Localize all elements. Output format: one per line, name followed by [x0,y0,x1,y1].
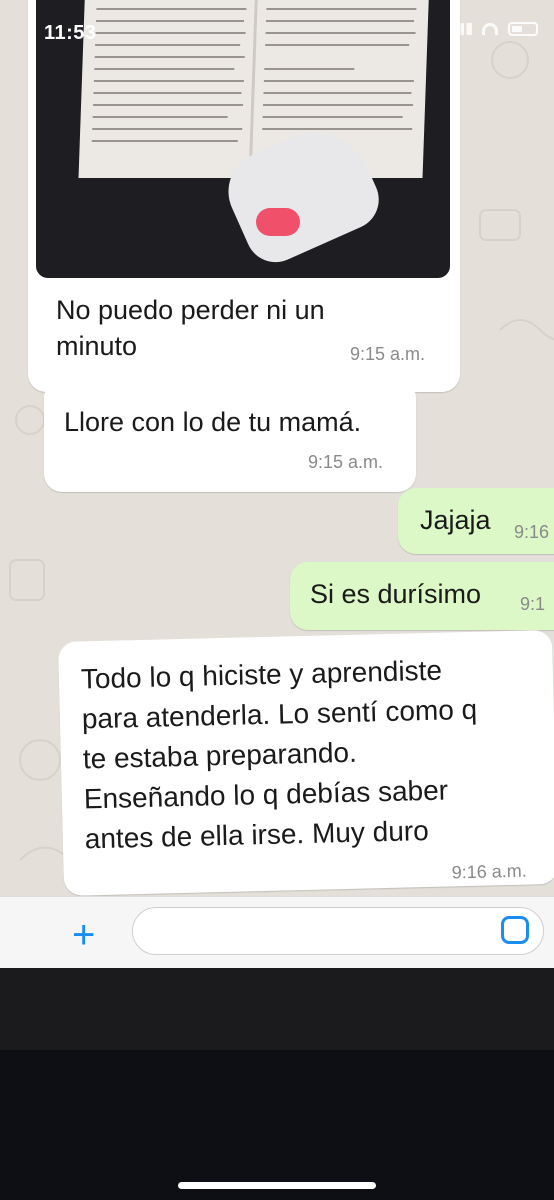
signal-icon [454,23,472,35]
home-indicator[interactable] [178,1182,376,1189]
outgoing-message[interactable]: Jajaja 9:16 [398,488,554,554]
incoming-message[interactable]: Todo lo q hiciste y aprendiste para aten… [58,629,554,896]
message-time: 9:16 a.m. [451,860,528,883]
message-text: Si es durísimo [310,579,482,609]
message-text: Jajaja [420,505,491,535]
message-time: 9:1 [520,594,546,614]
plus-icon[interactable]: + [72,915,95,955]
incoming-message[interactable]: Llore con lo de tu mamá. 9:15 a.m. [44,380,416,492]
phone-screen: 11:53 No puedo perder ni un minuto 9:15 … [0,0,554,1050]
status-time: 11:53 [44,22,97,44]
message-input[interactable] [132,907,544,955]
chat-area[interactable]: 11:53 No puedo perder ni un minuto 9:15 … [0,0,554,968]
message-photo[interactable] [36,0,450,278]
message-time: 9:16 [514,522,550,542]
shoe-accent [256,208,300,236]
message-composer: + [0,896,554,968]
incoming-image-message[interactable]: No puedo perder ni un minuto 9:15 a.m. [28,0,460,392]
book-image [78,0,430,178]
image-caption: No puedo perder ni un minuto [56,295,325,361]
message-time: 9:15 a.m. [308,452,384,472]
wifi-icon [482,23,498,35]
message-time: 9:15 a.m. [350,344,426,364]
outgoing-message[interactable]: Si es durísimo 9:1 [290,562,554,630]
message-text: Todo lo q hiciste y aprendiste para aten… [80,654,478,855]
sticker-icon[interactable] [501,916,529,944]
status-icons [454,22,538,36]
message-text: Llore con lo de tu mamá. [64,407,362,437]
battery-icon [508,22,538,36]
